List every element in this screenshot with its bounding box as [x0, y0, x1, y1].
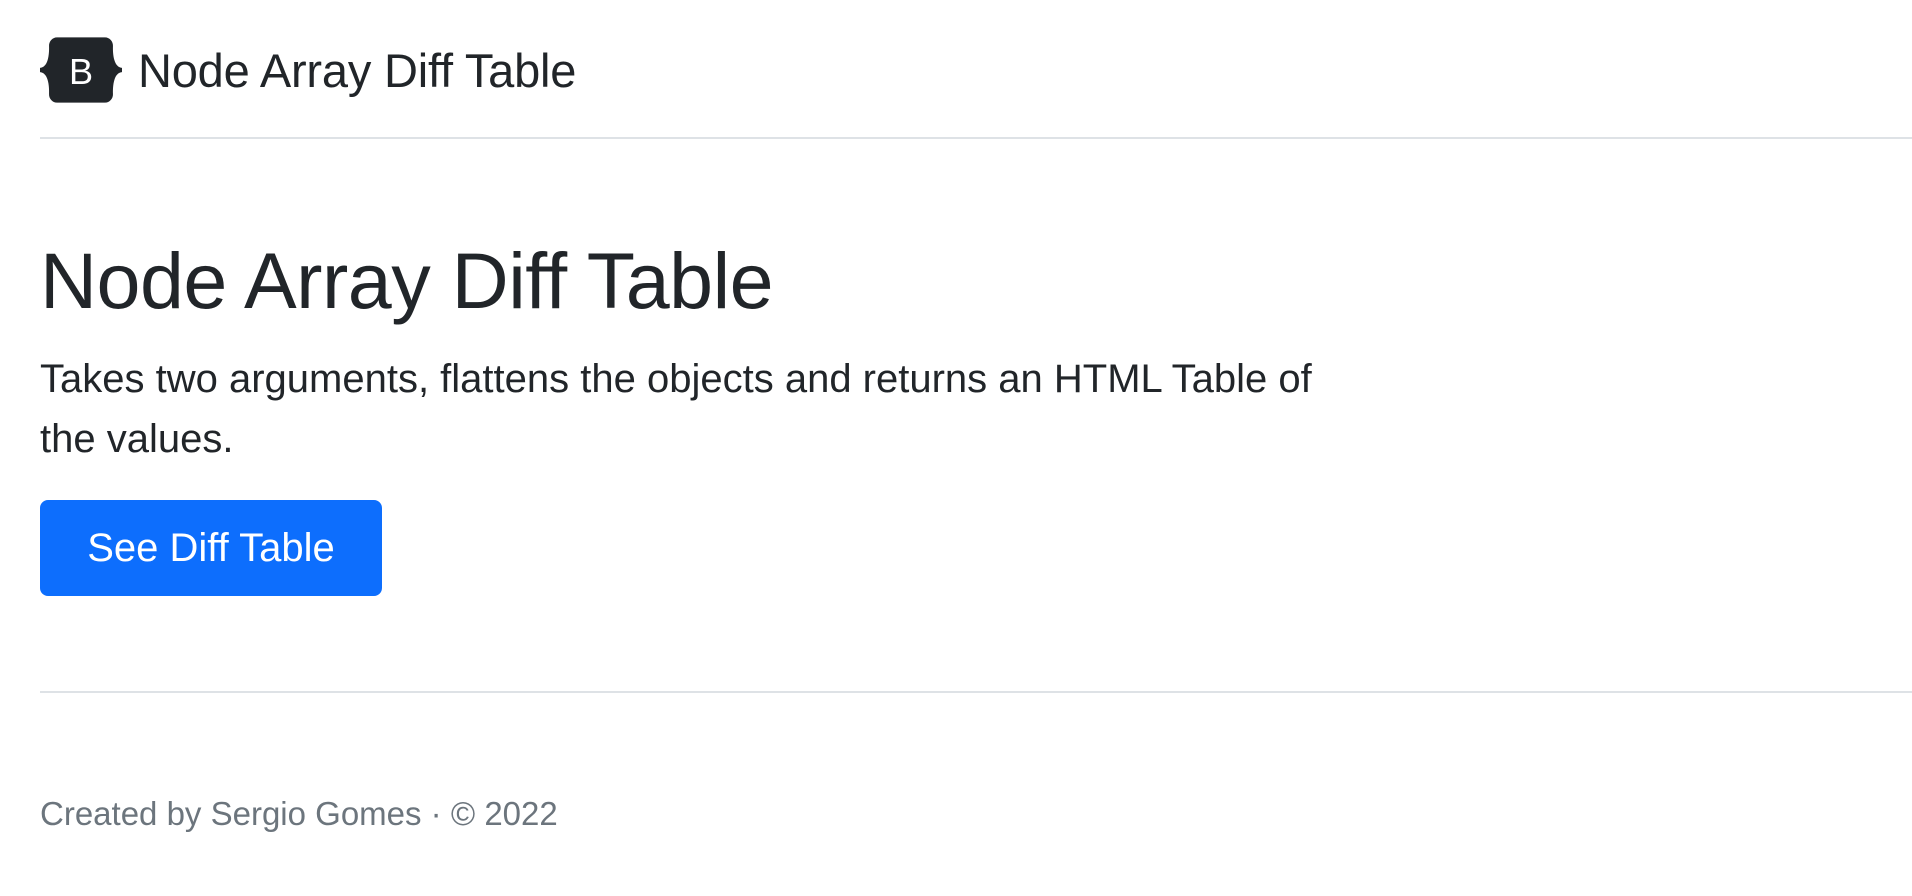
footer-text: Created by Sergio Gomes · © 2022: [40, 795, 558, 832]
lead-paragraph: Takes two arguments, flattens the object…: [40, 357, 1312, 461]
divider: [40, 691, 1912, 693]
brand-link[interactable]: B Node Array Diff Table: [40, 36, 576, 104]
page-title: Node Array Diff Table: [40, 236, 774, 325]
see-diff-table-button[interactable]: See Diff Table: [40, 500, 382, 596]
brand-text: Node Array Diff Table: [138, 43, 577, 97]
site-header: B Node Array Diff Table: [40, 0, 1912, 139]
bootstrap-logo-icon: B: [40, 37, 122, 103]
page: B Node Array Diff Table Node Array Diff …: [0, 0, 1912, 896]
brand-logo-letter: B: [69, 51, 93, 92]
site-footer: Created by Sergio Gomes · © 2022: [40, 795, 558, 833]
